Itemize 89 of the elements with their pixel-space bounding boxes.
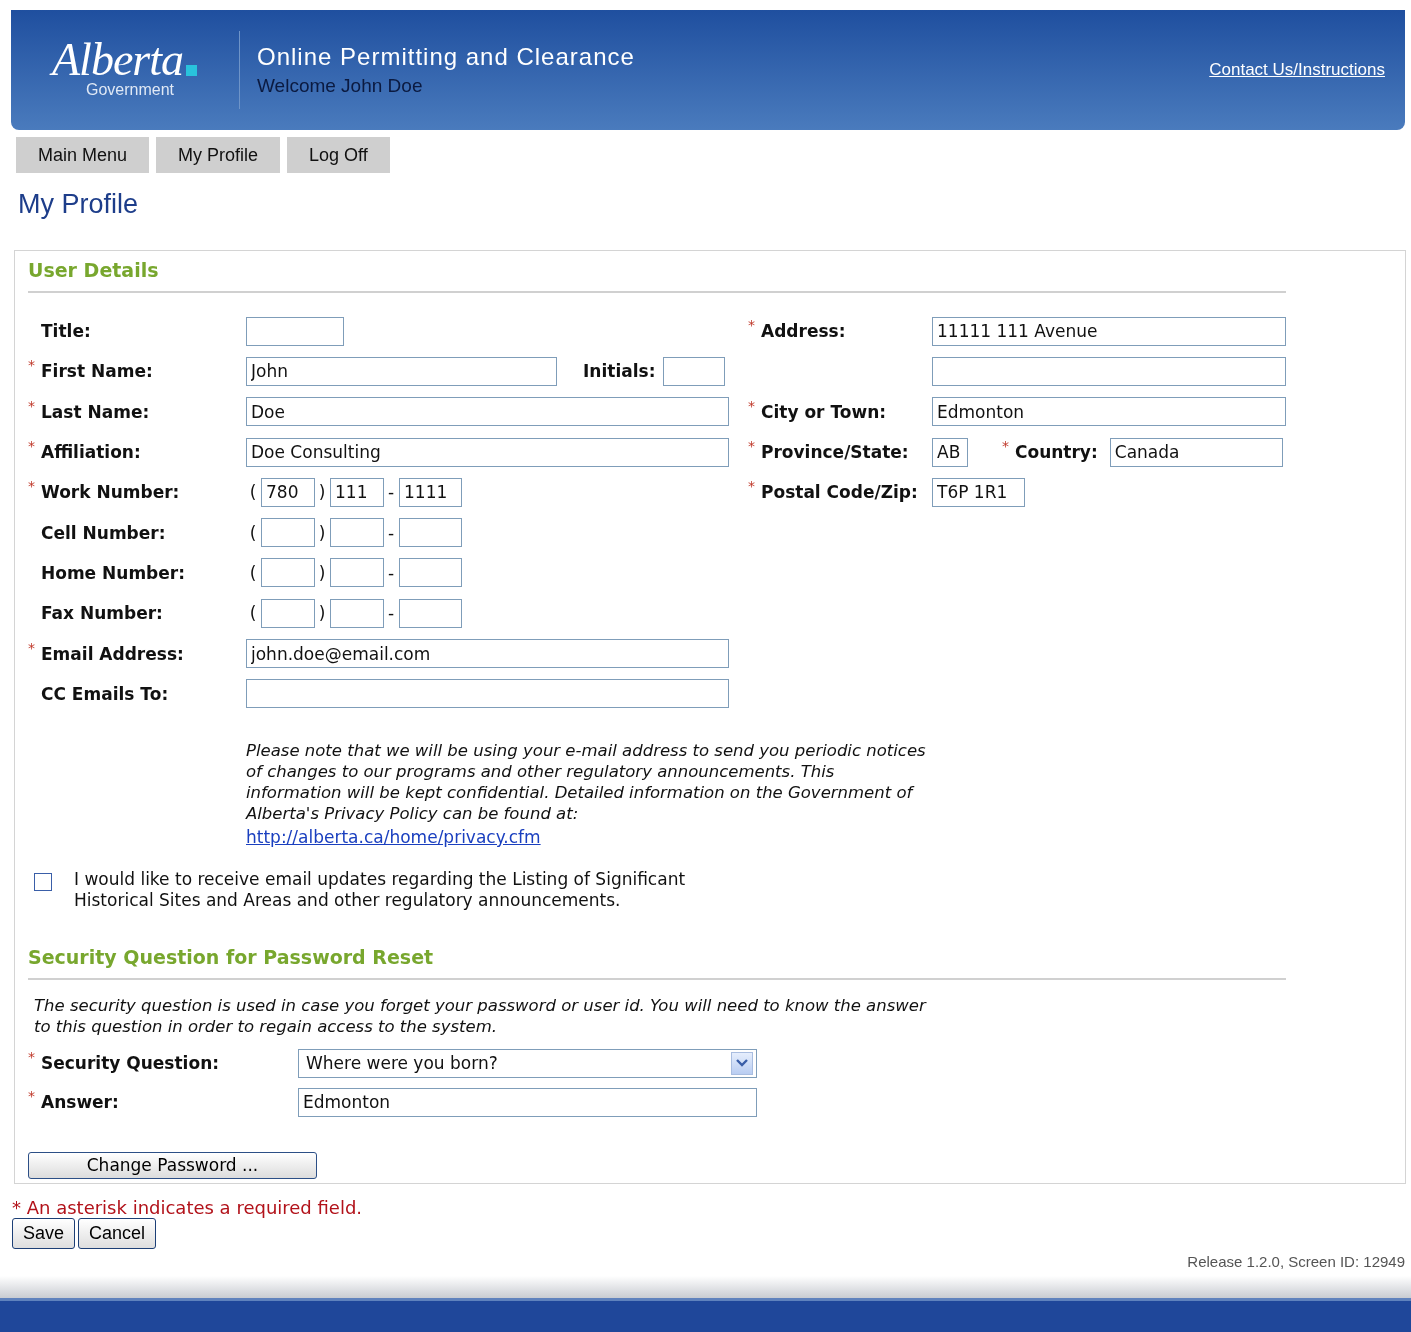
privacy-link[interactable]: http://alberta.ca/home/privacy.cfm [246,826,541,847]
field-label: Cell Number: [41,522,166,543]
required-mark: * [28,1049,36,1066]
field-label: Postal Code/Zip: [761,482,918,503]
section-heading: Security Question for Password Reset [28,945,434,968]
field-label: First Name: [41,361,153,382]
checkbox[interactable] [34,872,52,891]
welcome-text: Welcome John Doe [257,75,424,97]
required-mark: * [748,397,756,414]
page-title: My Profile [18,189,139,220]
field-label: CC Emails To: [41,683,169,704]
required-mark: * [28,478,36,495]
field-label: Email Address: [41,643,184,664]
app-title: Online Permitting and Clearance [257,43,635,71]
input-field[interactable] [330,558,384,588]
phone-punctuation: ) [317,603,327,624]
input-field[interactable]: AB [932,437,968,467]
field-label: Country: [1015,442,1098,463]
field-label: City or Town: [761,401,887,422]
security-note: The security question is used in case you forget your password or user id. You will need to know the answer to this question in order to regain access to the system. [34,994,928,1037]
required-mark: * [28,357,36,374]
nav-tab[interactable]: My Profile [156,137,281,173]
input-field[interactable]: T6P 1R1 [932,477,1025,507]
input-field[interactable] [330,518,384,548]
required-mark: * [748,317,756,334]
phone-punctuation: ( [248,522,258,543]
input-field[interactable]: john.doe@email.com [246,639,729,668]
field-label: Home Number: [41,562,185,583]
phone-punctuation: - [386,603,396,624]
required-mark: * [1002,438,1010,455]
required-mark: * [28,1088,36,1105]
required-mark: * [748,438,756,455]
field-label: Work Number: [41,482,180,503]
release-info: Release 1.2.0, Screen ID: 12949 [1187,1252,1405,1270]
contact-link[interactable]: Contact Us/Instructions [1209,60,1385,80]
change-password-button[interactable]: Change Password ... [28,1151,317,1179]
dropdown-icon[interactable] [731,1051,753,1075]
input-field[interactable]: Edmonton [932,397,1286,427]
field-label: Fax Number: [41,603,163,624]
required-note: * An asterisk indicates a required field. [12,1196,363,1218]
logo-subtitle: Government [85,81,174,99]
nav-tab[interactable]: Main Menu [16,137,150,173]
input-field[interactable] [246,679,729,709]
field-label: Title: [41,321,91,342]
phone-punctuation: ( [248,482,258,503]
input-field[interactable]: Doe [246,397,729,427]
form-button[interactable]: Cancel [78,1217,157,1249]
phone-punctuation: ( [248,562,258,583]
input-field[interactable]: Canada [1109,437,1283,467]
required-mark: * [28,438,36,455]
field-label: Answer: [41,1092,119,1113]
field-label: Affiliation: [41,442,141,463]
input-field[interactable] [932,356,1286,386]
form-button[interactable]: Save [12,1217,76,1249]
input-field[interactable] [399,518,462,548]
phone-punctuation: - [386,482,396,503]
input-field[interactable] [399,598,462,628]
field-label: Security Question: [41,1053,220,1074]
field-label: Address: [761,321,846,342]
input-field[interactable] [261,518,315,548]
privacy-note: Please note that we will be using your e-mail address to send you periodic notices of changes to our programs and other regulatory announcements. This information will be kept confidential. Detailed information on the Government of Alberta's Privacy Policy can be found at: [246,739,926,824]
required-mark: * [28,397,36,414]
input-field[interactable] [246,316,344,346]
input-field[interactable] [330,598,384,628]
phone-punctuation: - [386,562,396,583]
phone-punctuation: ) [317,522,327,543]
required-mark: * [748,478,756,495]
input-field[interactable]: Doe Consulting [246,437,729,467]
phone-punctuation: - [386,522,396,543]
phone-punctuation: ) [317,482,327,503]
input-field[interactable] [399,558,462,588]
field-label: Last Name: [41,401,150,422]
input-field[interactable]: 11111 111 Avenue [932,316,1286,346]
question-select[interactable]: Where were you born? [298,1048,757,1078]
required-mark: * [28,639,36,656]
input-field[interactable]: 1111 [399,477,462,507]
input-field[interactable] [663,356,726,386]
section-heading: User Details [28,259,159,281]
phone-punctuation: ( [248,603,258,624]
field-label: Initials: [583,361,656,382]
nav-tab[interactable]: Log Off [287,137,390,173]
input-field[interactable]: 111 [330,477,384,507]
input-field[interactable] [261,598,315,628]
phone-punctuation: ) [317,562,327,583]
field-label: Province/State: [761,442,909,463]
input-field[interactable]: 780 [261,477,315,507]
answer-field[interactable]: Edmonton [298,1087,757,1117]
input-field[interactable] [261,558,315,588]
checkbox-label: I would like to receive email updates regarding the Listing of Significant Historical Sites and Areas and other regulatory announcements. [74,868,687,911]
